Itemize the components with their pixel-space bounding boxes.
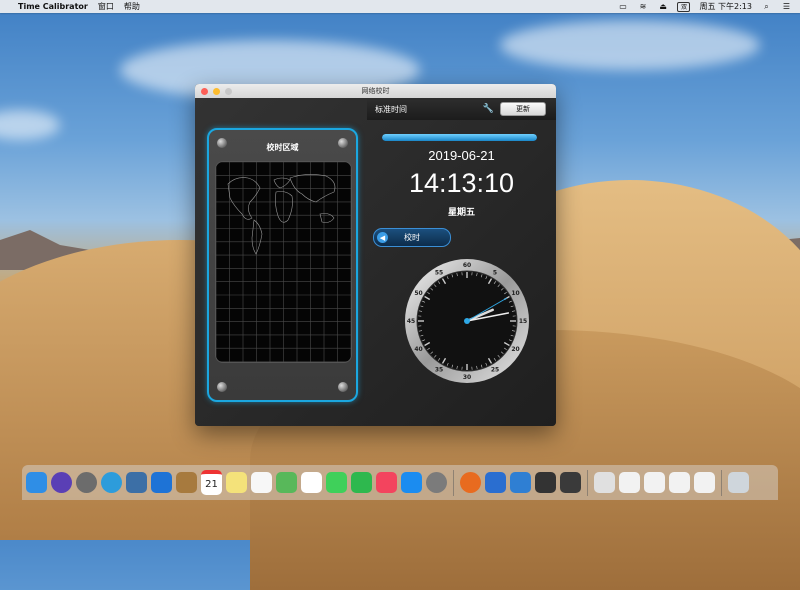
time-calibrator-icon[interactable] [535, 472, 556, 493]
time-display: 14:13:10 [367, 168, 556, 199]
world-map[interactable] [215, 161, 352, 363]
sync-progress-bar [382, 134, 537, 141]
date-display: 2019-06-21 [367, 148, 556, 163]
maps-icon[interactable] [276, 472, 297, 493]
reminders-icon[interactable] [251, 472, 272, 493]
clock-dial-label: 40 [414, 346, 422, 353]
clock-dial-label: 45 [407, 318, 415, 325]
siri-icon[interactable] [51, 472, 72, 493]
dock-separator [587, 470, 588, 496]
clock-dial-label: 55 [435, 270, 443, 277]
window-thumb-1-icon[interactable] [619, 472, 640, 493]
analog-clock: 60 5 10 15 20 25 30 35 40 45 50 55 [403, 257, 531, 385]
photo-viewer-icon[interactable] [126, 472, 147, 493]
weekday-display: 星期五 [367, 205, 556, 218]
window-thumb-4-icon[interactable] [694, 472, 715, 493]
notes-icon[interactable] [176, 472, 197, 493]
calendar-icon[interactable]: 21 [201, 470, 222, 495]
finder-icon[interactable] [26, 472, 47, 493]
clock-dial-label: 15 [519, 318, 527, 325]
zone-title: 校时区域 [209, 142, 356, 153]
spotlight-icon[interactable]: ⌕ [761, 3, 772, 11]
input-method-icon[interactable]: 双 [677, 2, 690, 12]
world-map-grid [216, 162, 351, 362]
launchpad-icon[interactable] [76, 472, 97, 493]
app-window: 网络校时 校时区域 [195, 84, 556, 426]
menubar-clock[interactable]: 周五 下午2:13 [699, 1, 752, 12]
standard-time-label: 标准时间 [367, 104, 407, 115]
photo-booth-icon[interactable] [560, 472, 581, 493]
facetime-icon[interactable] [351, 472, 372, 493]
preview-thumb-icon[interactable] [594, 472, 615, 493]
system-preferences-icon[interactable] [426, 472, 447, 493]
notification-center-icon[interactable]: ☰ [781, 3, 792, 11]
display-icon[interactable]: ▭ [617, 3, 628, 11]
menu-bar: Time Calibrator 窗口 帮助 ▭ ≋ ⏏ 双 周五 下午2:13 … [0, 0, 800, 13]
clock-dial-label: 10 [511, 290, 519, 297]
clock-dial-label: 35 [435, 367, 443, 374]
messages-icon[interactable] [326, 472, 347, 493]
close-button[interactable] [201, 88, 208, 95]
clock-dial-label: 60 [463, 262, 471, 269]
clock-center [464, 318, 470, 324]
clock-dial-label: 20 [511, 346, 519, 353]
clock-dial-label: 25 [491, 367, 499, 374]
window-title: 网络校时 [195, 86, 556, 96]
screw-icon [338, 382, 348, 392]
refresh-button[interactable]: 更新 [500, 102, 546, 116]
trash-icon[interactable] [728, 472, 749, 493]
zoom-button[interactable] [225, 88, 232, 95]
window-thumb-2-icon[interactable] [644, 472, 665, 493]
safari-icon[interactable] [101, 472, 122, 493]
wrench-icon[interactable]: 🔧 [483, 104, 494, 114]
dock: 21 [22, 465, 778, 500]
photos-icon[interactable] [301, 472, 322, 493]
firefox-icon[interactable] [460, 472, 481, 493]
standard-time-header: 标准时间 🔧 更新 [367, 98, 556, 120]
eject-icon[interactable]: ⏏ [657, 3, 668, 11]
instruments-icon[interactable] [510, 472, 531, 493]
title-bar[interactable]: 网络校时 [195, 84, 556, 98]
window-content: 校时区域 标准时间 🔧 更新 [195, 98, 556, 426]
minimize-button[interactable] [213, 88, 220, 95]
clock-dial-label: 30 [463, 374, 471, 381]
screen-sharing-icon[interactable] [151, 472, 172, 493]
dock-separator [453, 470, 454, 496]
back-arrow-icon: ◀ [377, 232, 388, 243]
music-icon[interactable] [376, 472, 397, 493]
calibrate-label: 校时 [404, 232, 420, 243]
app-store-icon[interactable] [401, 472, 422, 493]
stickies-icon[interactable] [226, 472, 247, 493]
clock-dial-label: 50 [414, 290, 422, 297]
zone-panel: 校时区域 [207, 128, 358, 402]
window-thumb-3-icon[interactable] [669, 472, 690, 493]
menu-help[interactable]: 帮助 [124, 1, 140, 12]
menu-window[interactable]: 窗口 [98, 1, 114, 12]
xcode-icon[interactable] [485, 472, 506, 493]
calibrate-button[interactable]: ◀ 校时 [373, 228, 451, 247]
app-menu[interactable]: Time Calibrator [18, 2, 88, 11]
sync-progress-fill [382, 134, 537, 141]
wifi-icon[interactable]: ≋ [637, 3, 648, 11]
screw-icon [217, 382, 227, 392]
clock-dial-label: 5 [493, 270, 497, 277]
dock-separator [721, 470, 722, 496]
